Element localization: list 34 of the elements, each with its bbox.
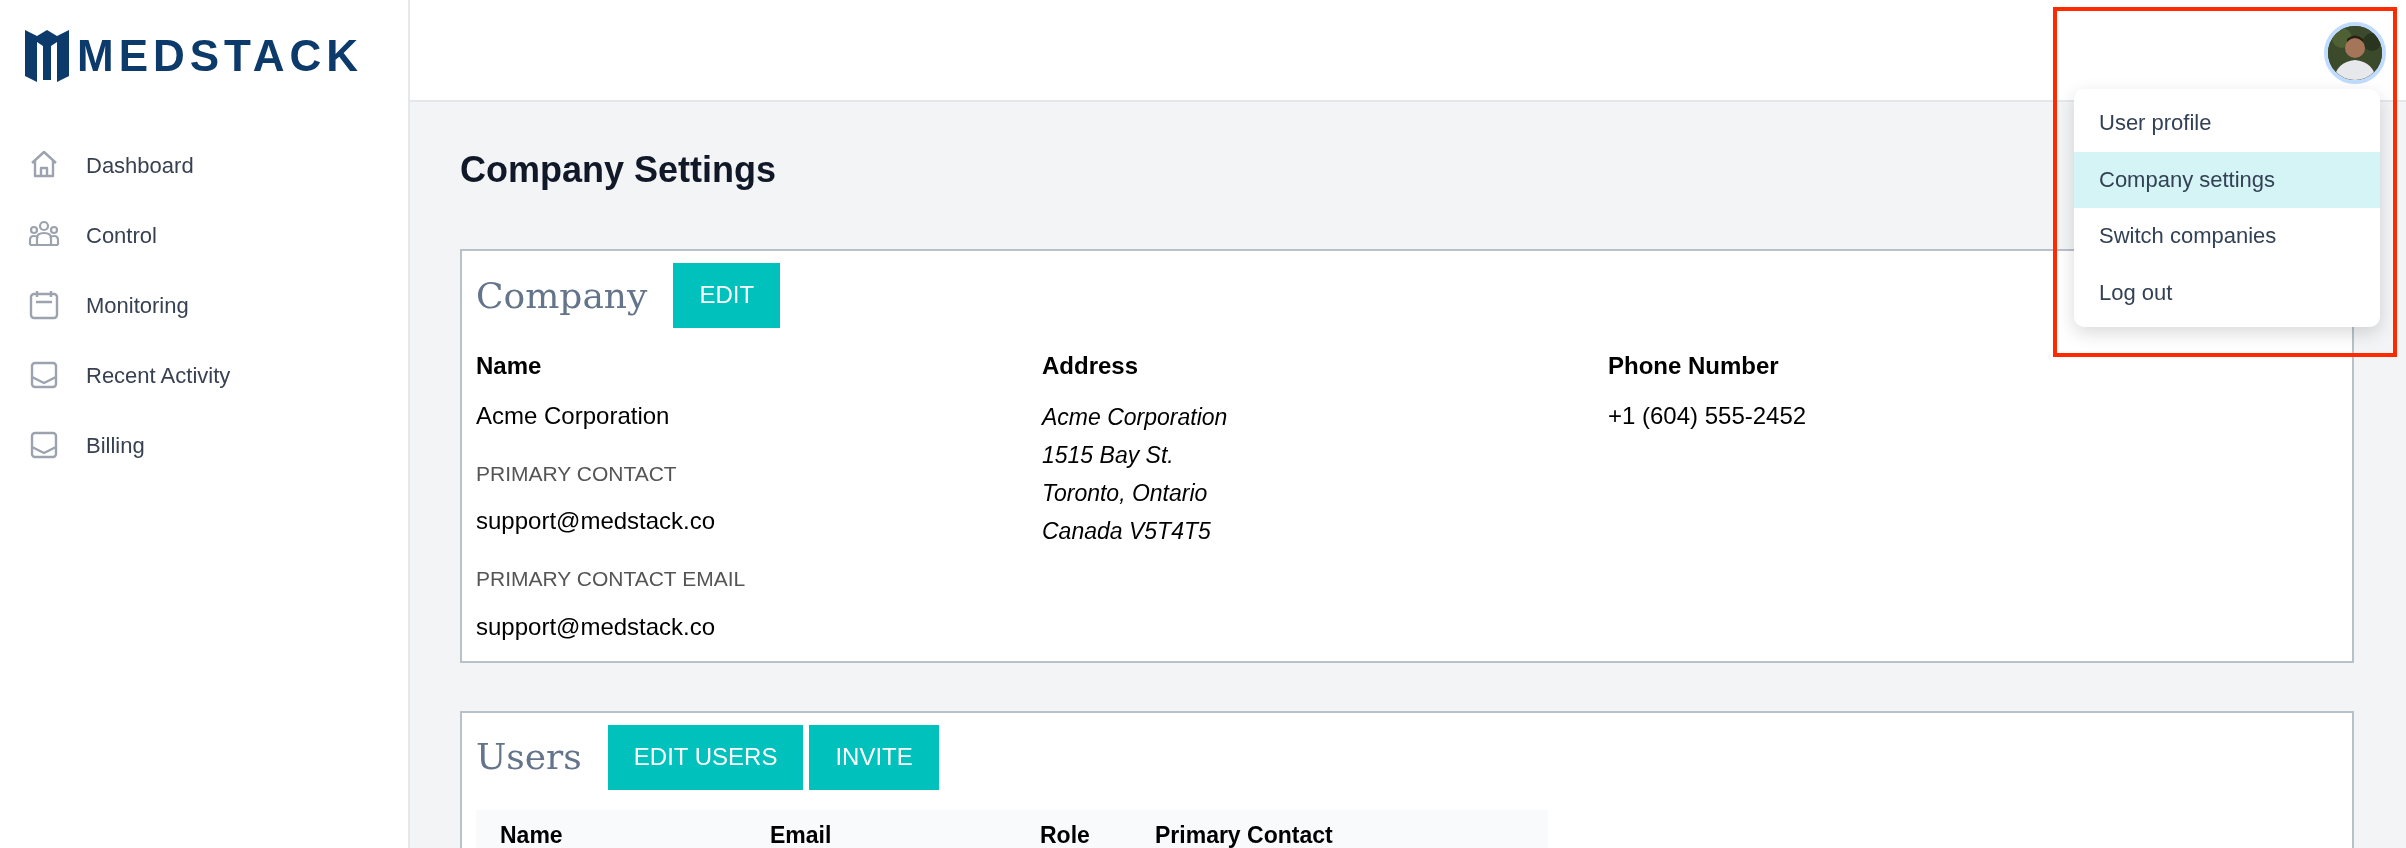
field-label: Name [476, 351, 543, 381]
column-header: Name [500, 823, 564, 848]
column-header: Role [1040, 823, 1091, 848]
inbox-icon [28, 429, 60, 461]
sidebar-item[interactable]: Monitoring [25, 270, 189, 340]
page-title: Company Settings [460, 148, 777, 192]
field-value: support@medstack.co [476, 506, 717, 537]
menu-item[interactable]: Switch companies [2074, 208, 2380, 265]
field-value: support@medstack.co [476, 612, 717, 642]
logo-icon [25, 30, 69, 82]
sidebar-item[interactable]: Control [25, 200, 157, 270]
sidebar-item[interactable]: Billing [25, 410, 145, 480]
field-label: PRIMARY CONTACT EMAIL [476, 566, 747, 593]
section-title: Users [476, 735, 582, 780]
section-title: Company [476, 273, 648, 318]
field-value: Acme Corporation [476, 401, 671, 431]
menu-item[interactable]: Log out [2074, 264, 2380, 322]
field-value: +1 (604) 555-2452 [1608, 401, 1808, 431]
column-header: Primary Contact [1155, 823, 1334, 848]
address-line: 1515 Bay St. [1042, 441, 1175, 470]
calendar-icon [28, 289, 60, 321]
sidebar-item[interactable]: Recent Activity [25, 340, 231, 410]
address-line: Canada V5T4T5 [1042, 517, 1212, 546]
inbox-icon [28, 359, 60, 391]
column-header: Email [770, 823, 833, 848]
menu-item[interactable]: User profile [2074, 95, 2380, 152]
field-label: Address [1042, 351, 1140, 381]
logo-text: MEDSTACK [77, 34, 364, 78]
field-label: Phone Number [1608, 351, 1780, 381]
menu-item[interactable]: Company settings [2074, 151, 2380, 209]
sidebar-item[interactable]: Dashboard [25, 130, 194, 200]
address-line: Toronto, Ontario [1042, 479, 1209, 508]
field-label: PRIMARY CONTACT [476, 461, 678, 487]
address-line: Acme Corporation [1042, 403, 1229, 432]
